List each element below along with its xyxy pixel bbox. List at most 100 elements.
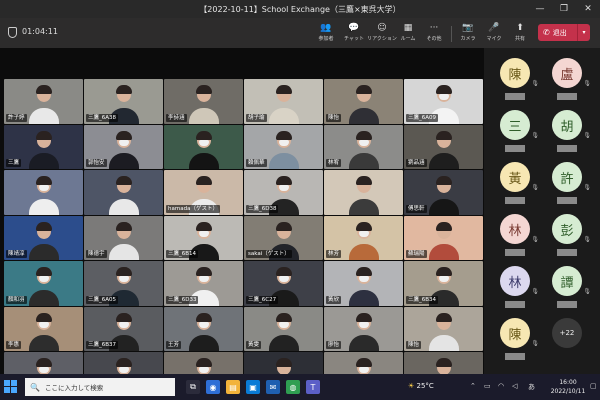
leave-dropdown-button[interactable]: ▾	[577, 24, 590, 41]
video-tile[interactable]: 李惠	[4, 306, 83, 352]
reactions-button[interactable]: ☺ リアクション	[367, 22, 397, 46]
participant-avatar[interactable]: 林 🎙	[500, 214, 539, 244]
participant-avatar[interactable]: 林 🎙	[500, 266, 539, 296]
more-button[interactable]: ··· その他	[420, 22, 448, 46]
video-tile[interactable]: 許子婷	[4, 79, 83, 124]
taskbar-app-icon[interactable]: ✉	[266, 380, 280, 394]
taskbar-app-icon[interactable]: T	[306, 380, 320, 394]
video-tile[interactable]: 賴佩華	[244, 124, 323, 170]
video-tile[interactable]: 三鷹_6A09	[404, 79, 483, 124]
mic-button[interactable]: 🎤 マイク	[480, 22, 508, 46]
participant-avatar[interactable]: 黃 🎙	[500, 162, 539, 192]
participant-name: 劉品涵	[406, 159, 427, 168]
participants-button[interactable]: 👥 参加者	[312, 22, 340, 46]
face-mask	[198, 276, 209, 283]
video-tile[interactable]	[84, 170, 163, 215]
participant-name: 三鷹_6B14	[166, 250, 199, 259]
video-tile[interactable]: 黃欣	[324, 261, 403, 306]
participant-avatar[interactable]: 彭 🎙	[552, 214, 591, 244]
participant-avatar[interactable]: 譚 🎙	[552, 266, 591, 296]
leave-button[interactable]: ✆ 退出 ▾	[538, 24, 590, 41]
video-tile[interactable]: 林宥	[324, 124, 403, 170]
video-tile[interactable]: 三鷹_6B14	[164, 215, 243, 261]
video-tile[interactable]: 三鷹_6B34	[404, 261, 483, 306]
participant-body	[268, 153, 299, 170]
start-button[interactable]	[4, 380, 18, 394]
video-tile[interactable]	[4, 170, 83, 215]
video-tile[interactable]: 黃雯	[244, 306, 323, 352]
taskbar-app-icon[interactable]: ⧉	[186, 380, 200, 394]
video-tile[interactable]: 廖怡	[324, 306, 403, 352]
video-tile[interactable]: 三鷹_6C27	[244, 261, 323, 306]
video-tile[interactable]: sakai（ゲスト）	[244, 215, 323, 261]
chat-button[interactable]: 💬 チャット	[340, 22, 368, 46]
chevron-up-icon[interactable]: ⌃	[470, 382, 476, 390]
video-tile[interactable]	[324, 170, 403, 215]
participant-avatar[interactable]: 陳 🎙	[500, 58, 539, 88]
participant-avatar[interactable]: 三 🎙	[500, 110, 539, 140]
video-tile[interactable]: 劉品涵	[404, 124, 483, 170]
video-tile[interactable]: 李詩涵	[164, 79, 243, 124]
camera-button[interactable]: 📷 カメラ	[454, 22, 482, 46]
minimize-button[interactable]: —	[528, 0, 552, 18]
participant-hair	[195, 85, 212, 94]
meeting-timer: 01:04:11	[22, 27, 58, 36]
video-tile[interactable]: 陳怡	[404, 306, 483, 352]
more-participants-button[interactable]: +22	[552, 318, 582, 348]
ime-indicator[interactable]: あ	[528, 382, 535, 392]
mic-muted-icon: 🎙	[531, 288, 539, 295]
participant-hair	[195, 358, 212, 368]
taskbar-app-icon[interactable]: ◉	[206, 380, 220, 394]
face-mask	[198, 321, 209, 328]
video-tile[interactable]: 胡子瑜	[244, 79, 323, 124]
video-tile[interactable]: 顏和羽	[4, 261, 83, 306]
participant-hair	[435, 176, 452, 186]
participant-hair	[35, 312, 52, 322]
weather-widget[interactable]: ☀ 25°C	[408, 382, 434, 390]
maximize-button[interactable]: ❐	[552, 0, 576, 18]
video-tile[interactable]: 陳靖淳	[4, 215, 83, 261]
video-tile[interactable]: 三鷹	[4, 124, 83, 170]
video-tile[interactable]	[164, 124, 243, 170]
participant-body	[428, 153, 459, 170]
avatar-initial: 陳	[508, 327, 522, 343]
video-tile[interactable]: 三鷹_6D38	[244, 170, 323, 215]
participant-name: 廖怡	[326, 341, 342, 350]
participant-avatar[interactable]: 盧 🎙	[552, 58, 591, 88]
face-mask	[118, 139, 129, 146]
video-tile[interactable]: 陳怡	[324, 79, 403, 124]
volume-icon[interactable]: ◁	[512, 382, 517, 390]
participant-avatar[interactable]: 陳 🎙	[500, 318, 539, 348]
video-tile[interactable]: hamada（ゲスト）	[164, 170, 243, 215]
participant-hair	[275, 358, 292, 368]
close-button[interactable]: ✕	[576, 0, 600, 18]
video-tile[interactable]: 陳德宇	[84, 215, 163, 261]
taskbar-search-box[interactable]: 🔍 ここに入力して検索	[25, 378, 175, 396]
participant-avatar[interactable]: 許 🎙	[552, 162, 591, 192]
video-tile[interactable]: 三鷹_6D33	[164, 261, 243, 306]
participant-hair	[35, 267, 52, 277]
network-icon[interactable]: ▭	[484, 382, 491, 390]
share-button[interactable]: ⬆ 共有	[506, 22, 534, 46]
video-tile[interactable]: 三鷹_6A38	[84, 79, 163, 124]
video-tile[interactable]: 三鷹_6A05	[84, 261, 163, 306]
video-tile[interactable]: 蘇瑞陽	[404, 215, 483, 261]
video-tile[interactable]: 王芳	[164, 306, 243, 352]
taskbar-app-icon[interactable]: ▣	[246, 380, 260, 394]
taskbar-app-icon[interactable]: ◍	[286, 380, 300, 394]
wifi-icon[interactable]: ◠	[498, 382, 504, 390]
video-tile[interactable]: 傅思軒	[404, 170, 483, 215]
video-tile[interactable]: 三鷹_6B37	[84, 306, 163, 352]
taskbar-app-icon[interactable]: ▤	[226, 380, 240, 394]
participant-avatar[interactable]: 胡 🎙	[552, 110, 591, 140]
taskbar-clock[interactable]: 16:00 2022/10/11	[548, 378, 588, 396]
participant-body	[188, 153, 219, 170]
rooms-button[interactable]: ▦ ルーム	[394, 22, 422, 46]
notification-icon[interactable]: ▢	[590, 382, 597, 390]
participant-name: 王芳	[166, 341, 182, 350]
avatar-initial: 胡	[560, 119, 574, 135]
face-mask	[438, 276, 449, 283]
video-tile[interactable]: 郭怡安	[84, 124, 163, 170]
video-tile[interactable]: 林芳	[324, 215, 403, 261]
face-mask	[38, 185, 49, 192]
